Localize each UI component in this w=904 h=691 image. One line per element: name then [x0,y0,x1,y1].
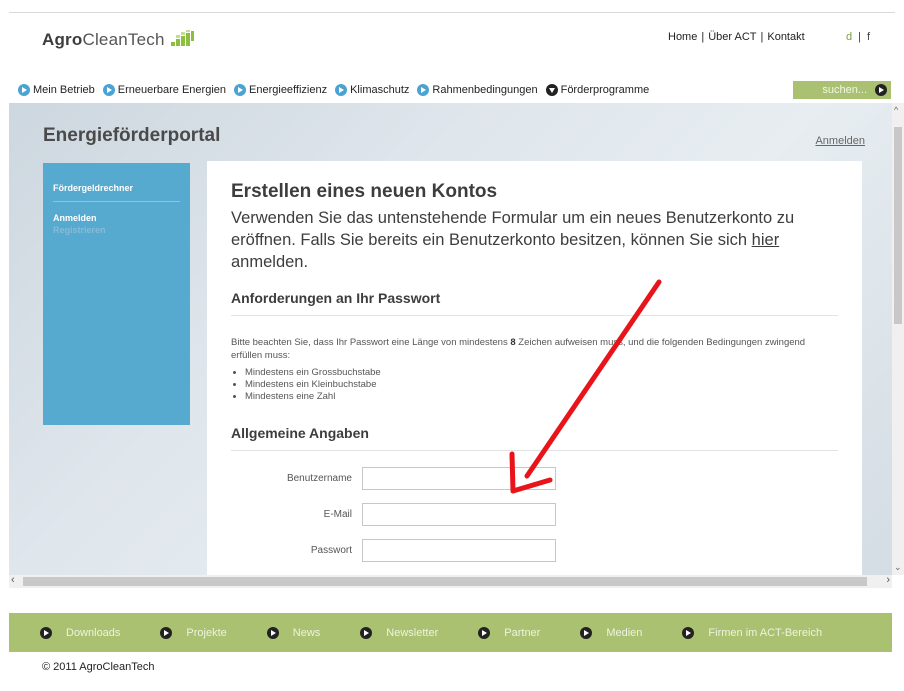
scroll-down-icon[interactable]: ⌄ [894,562,902,573]
nav-item-label: Mein Betrieb [33,84,95,96]
logo-text-light: CleanTech [82,30,165,49]
play-circle-icon [360,626,373,639]
copyright-text: © 2011 AgroCleanTech [42,661,155,673]
list-item: Mindestens ein Kleinbuchstabe [245,379,838,391]
nav-item-label: Energieeffizienz [249,84,328,96]
about-act-link[interactable]: Über ACT [708,31,756,43]
vertical-scroll-thumb[interactable] [894,127,902,324]
portal-login-link[interactable]: Anmelden [815,135,865,147]
intro-text: Verwenden Sie das untenstehende Formular… [231,209,795,271]
list-item: Mindestens ein Grossbuchstabe [245,367,838,379]
language-switcher: d | f [846,31,870,43]
nav-item-label: Erneuerbare Energien [117,84,227,96]
nav-item-foerderprogramme[interactable]: Förderprogramme [545,84,650,96]
contact-link[interactable]: Kontakt [767,31,804,43]
general-info-heading: Allgemeine Angaben [231,425,838,451]
lang-de-link[interactable]: d [846,31,852,43]
password-requirements-text: Bitte beachten Sie, dass Ihr Passwort ei… [231,337,806,361]
search-input[interactable] [807,84,867,96]
footer-link-news[interactable]: News [266,626,320,639]
play-circle-icon [234,84,247,96]
nav-item-mein-betrieb[interactable]: Mein Betrieb [18,84,95,96]
footer-link-firmen[interactable]: Firmen im ACT-Bereich [682,626,822,639]
form-row-password: Passwort [231,539,838,562]
nav-item-rahmenbedingungen[interactable]: Rahmenbedingungen [417,84,538,96]
footer-link-downloads[interactable]: Downloads [40,626,120,639]
password-requirements-heading: Anforderungen an Ihr Passwort [231,290,838,316]
footer-nav: Downloads Projekte News Newsletter Partn… [9,613,892,652]
play-circle-icon [160,626,173,639]
scroll-up-icon[interactable]: ^ [894,105,898,115]
play-circle-icon [682,626,695,639]
registration-form: Benutzername E-Mail Passwort [231,467,838,562]
link-separator: | [760,31,764,43]
header-divider [9,12,895,13]
site-logo[interactable]: Agro CleanTech [42,30,195,50]
play-circle-icon [478,626,491,639]
search-box [793,81,891,99]
home-link[interactable]: Home [668,31,697,43]
play-circle-icon [102,84,115,96]
play-circle-icon [40,626,52,639]
footer-link-newsletter[interactable]: Newsletter [360,626,438,639]
play-circle-icon [580,626,593,639]
play-circle-icon [335,84,348,96]
email-label: E-Mail [323,509,352,520]
form-row-username: Benutzername [231,467,838,490]
top-links: Home | Über ACT | Kontakt [668,31,805,43]
logo-leaf-icon [170,30,194,46]
sidebar-item-foerdergeldrechner[interactable]: Fördergeldrechner [53,183,180,193]
login-here-link[interactable]: hier [752,231,780,249]
nav-item-klimaschutz[interactable]: Klimaschutz [335,84,409,96]
password-requirements-list: Mindestens ein Grossbuchstabe Mindestens… [245,367,838,403]
username-input[interactable] [362,467,556,490]
sidebar-divider [53,201,180,202]
list-item: Mindestens eine Zahl [245,391,838,403]
nav-item-label: Rahmenbedingungen [432,84,538,96]
footer-link-projekte[interactable]: Projekte [160,626,227,639]
scroll-right-icon[interactable]: › [886,574,890,586]
portal-frame: Energieförderportal Anmelden Fördergeldr… [9,103,892,575]
nav-item-energieeffizienz[interactable]: Energieeffizienz [234,84,327,96]
portal-content: Erstellen eines neuen Kontos Verwenden S… [207,161,862,575]
horizontal-scroll-thumb[interactable] [23,577,867,586]
nav-item-label: Förderprogramme [560,84,650,96]
portal-sidebar: Fördergeldrechner Anmelden Registrieren [43,163,190,425]
chevron-down-circle-icon [545,84,558,96]
form-row-email: E-Mail [231,503,838,526]
scroll-left-icon[interactable]: ‹ [11,574,15,586]
sidebar-item-anmelden[interactable]: Anmelden [53,213,180,223]
play-circle-icon [18,84,30,96]
username-label: Benutzername [286,473,352,484]
password-input[interactable] [362,539,556,562]
portal-title: Energieförderportal [43,125,221,146]
nav-item-label: Klimaschutz [350,84,410,96]
horizontal-scrollbar[interactable]: ‹ › [9,574,892,588]
lang-separator: | [858,31,861,43]
main-nav: Mein Betrieb Erneuerbare Energien Energi… [18,84,657,96]
footer-link-medien[interactable]: Medien [580,626,642,639]
link-separator: | [701,31,705,43]
nav-item-erneuerbare-energien[interactable]: Erneuerbare Energien [102,84,227,96]
vertical-scrollbar[interactable]: ^ ⌄ [892,103,904,575]
play-circle-icon [266,626,279,639]
password-label: Passwort [310,545,352,556]
play-circle-icon [417,84,430,96]
search-go-icon[interactable] [875,84,887,96]
footer-link-partner[interactable]: Partner [478,626,540,639]
page-heading: Erstellen eines neuen Kontos [231,181,498,202]
logo-text-bold: Agro [42,30,83,49]
sidebar-item-registrieren[interactable]: Registrieren [53,225,180,235]
email-input[interactable] [362,503,556,526]
lang-fr-link[interactable]: f [867,31,870,43]
